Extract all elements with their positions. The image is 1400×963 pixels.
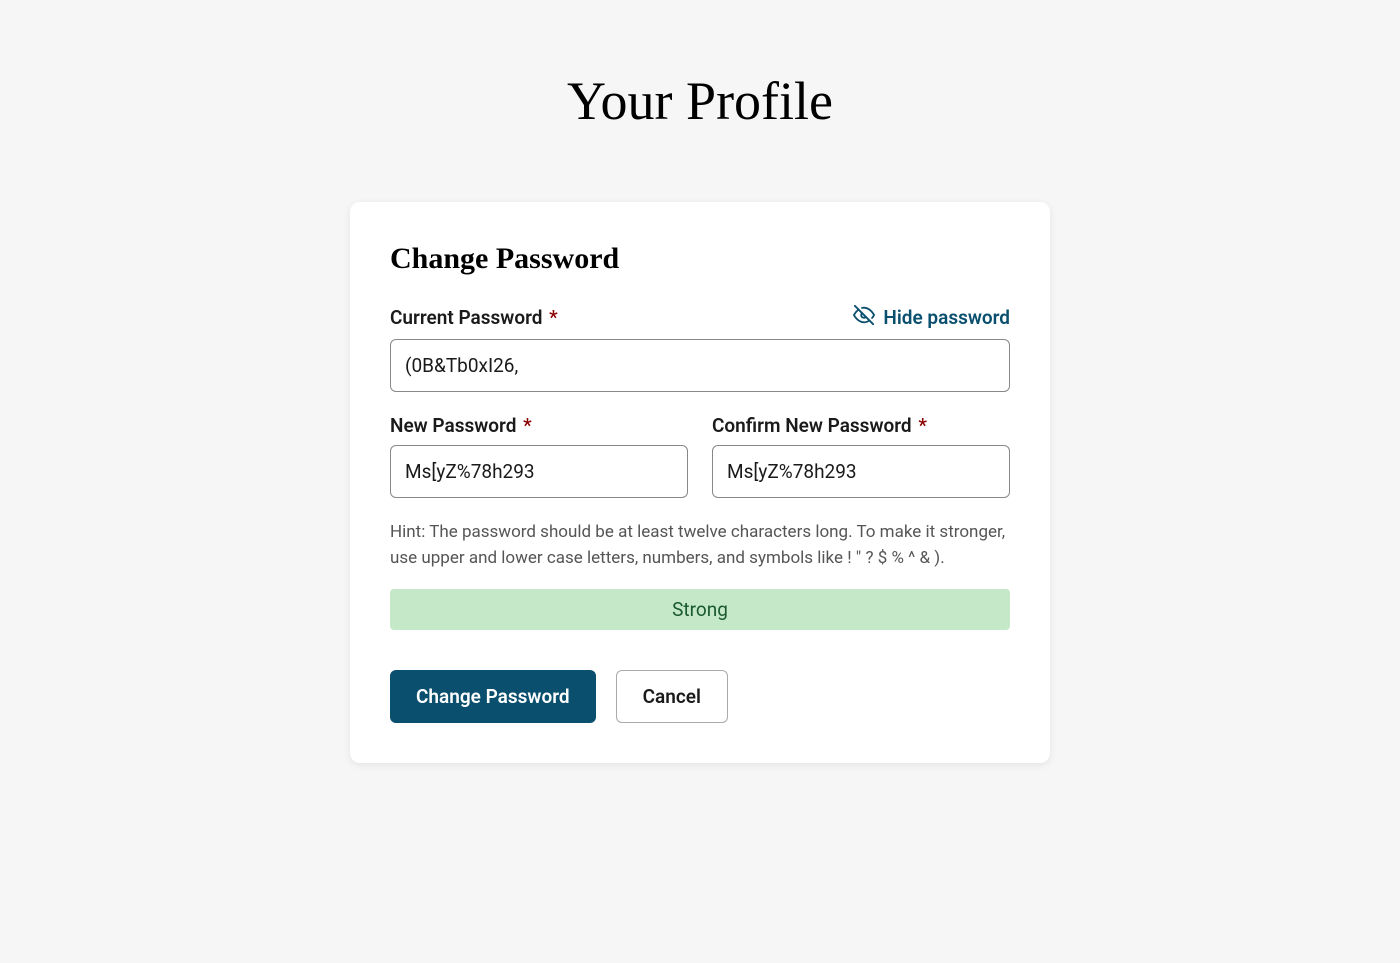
hide-password-button[interactable]: Hide password: [853, 304, 1010, 331]
confirm-password-label: Confirm New Password *: [712, 414, 1010, 437]
new-password-label: New Password *: [390, 414, 688, 437]
confirm-password-input[interactable]: [712, 445, 1010, 498]
page-title: Your Profile: [0, 70, 1400, 132]
current-password-field-group: Current Password * Hide password: [390, 304, 1010, 392]
new-password-input[interactable]: [390, 445, 688, 498]
eye-off-icon: [853, 304, 875, 331]
card-title: Change Password: [390, 242, 1010, 276]
change-password-button[interactable]: Change Password: [390, 670, 596, 723]
required-asterisk: *: [914, 414, 927, 437]
required-asterisk: *: [518, 414, 531, 437]
required-asterisk: *: [544, 306, 557, 329]
button-row: Change Password Cancel: [390, 670, 1010, 723]
change-password-card: Change Password Current Password * Hide …: [350, 202, 1050, 763]
new-password-row: New Password * Confirm New Password *: [390, 414, 1010, 498]
confirm-password-field-group: Confirm New Password *: [712, 414, 1010, 498]
new-password-field-group: New Password *: [390, 414, 688, 498]
current-password-input[interactable]: [390, 339, 1010, 392]
password-strength-indicator: Strong: [390, 589, 1010, 630]
password-hint-text: Hint: The password should be at least tw…: [390, 520, 1010, 571]
cancel-button[interactable]: Cancel: [616, 670, 728, 723]
current-password-label: Current Password *: [390, 306, 558, 329]
